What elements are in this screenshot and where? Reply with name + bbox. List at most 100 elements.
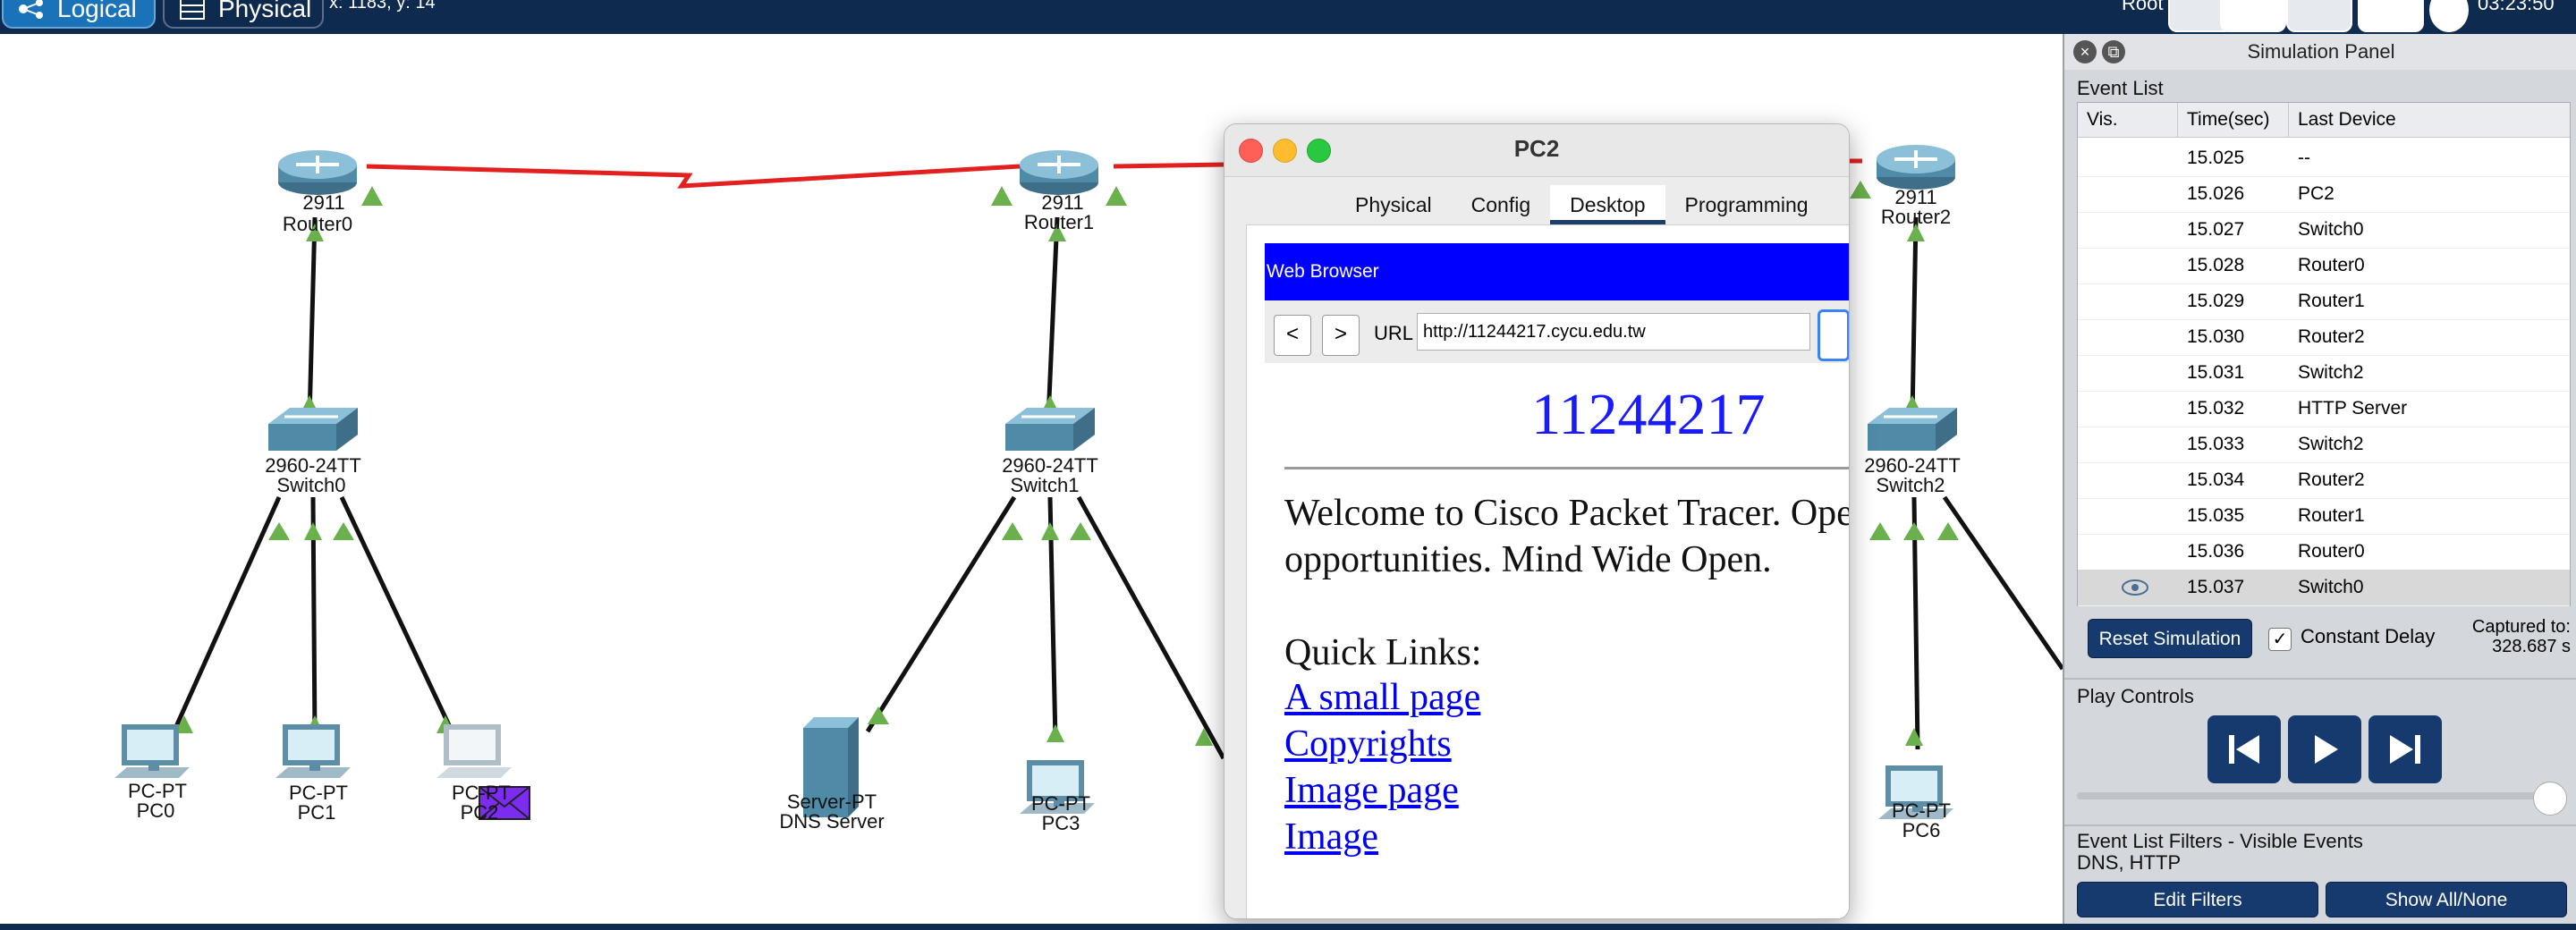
link-image-page[interactable]: Image page [1284, 769, 1459, 812]
panel-title: Simulation Panel [2064, 34, 2576, 70]
switch-name: Switch2 [1876, 474, 1945, 496]
root-label: Root [2122, 0, 2164, 14]
event-time: 15.032 [2187, 398, 2245, 418]
window-titlebar[interactable]: PC2 [1224, 124, 1849, 177]
link-image[interactable]: Image [1284, 816, 1378, 858]
globe-icon[interactable] [2429, 0, 2469, 32]
filters-label: Event List Filters - Visible Events [2077, 830, 2363, 852]
url-input[interactable] [1417, 313, 1810, 351]
play-button[interactable] [2288, 715, 2361, 783]
event-time: 15.031 [2187, 362, 2245, 383]
tab-physical[interactable]: Physical [1335, 185, 1452, 224]
table-row[interactable]: 15.025 -- [2078, 140, 2570, 177]
router-name: Router1 [1024, 211, 1094, 233]
pc-icon[interactable] [436, 724, 512, 778]
table-row[interactable]: 15.033 Switch2 [2078, 427, 2570, 463]
back-button[interactable]: < [1274, 315, 1311, 356]
link-small-page[interactable]: A small page [1284, 676, 1480, 719]
table-row[interactable]: 15.028 Router0 [2078, 248, 2570, 284]
column-time[interactable]: Time(sec) [2178, 103, 2289, 137]
event-device: Switch0 [2298, 577, 2364, 597]
divider [2064, 824, 2576, 826]
event-time: 15.034 [2187, 469, 2245, 490]
pc-icon[interactable] [114, 724, 190, 778]
step-forward-button[interactable] [2368, 715, 2442, 783]
switch-icon[interactable] [1868, 408, 1957, 451]
switch-name: Switch1 [1010, 474, 1079, 496]
table-row[interactable]: 15.026 PC2 [2078, 176, 2570, 213]
host-name: PC6 [1902, 819, 1941, 841]
event-device: -- [2298, 148, 2310, 168]
table-row[interactable]: 15.037 Switch0 [2078, 570, 2570, 606]
reset-simulation-button[interactable]: Reset Simulation [2088, 619, 2252, 658]
close-icon[interactable]: × [2073, 40, 2097, 63]
link-copyrights[interactable]: Copyrights [1284, 723, 1452, 765]
tab-config[interactable]: Config [1452, 185, 1550, 224]
constant-delay-checkbox[interactable]: ✓ [2268, 628, 2292, 651]
clock: 03:23:50 [2478, 0, 2555, 14]
play-speed-slider-track[interactable] [2077, 792, 2560, 799]
switch-icon[interactable] [268, 408, 358, 451]
captured-label: Captured to: [2471, 617, 2571, 637]
column-last-device[interactable]: Last Device [2289, 103, 2570, 137]
serial-link-r0-r1 [366, 164, 1021, 189]
play-speed-slider-knob[interactable] [2533, 782, 2567, 816]
link-s0-pc2 [339, 495, 459, 742]
tab-programming[interactable]: Programming [1665, 185, 1828, 224]
router-icon[interactable] [1020, 150, 1098, 195]
new-cluster-icon[interactable] [2220, 0, 2286, 32]
event-device: Router2 [2298, 326, 2365, 347]
logical-view-button[interactable]: Logical [2, 0, 156, 29]
pc2-window[interactable]: PC2 Physical Config Desktop Programming … [1224, 123, 1850, 919]
restore-icon[interactable]: ⧉ [2102, 40, 2125, 63]
welcome-text: Welcome to Cisco Packet Tracer. Opening … [1284, 493, 1850, 580]
forward-button[interactable]: > [1322, 315, 1360, 356]
physical-view-button[interactable]: Physical [163, 0, 324, 29]
rack-icon [180, 0, 205, 20]
link-s0-pc0 [167, 495, 282, 742]
event-time: 15.028 [2187, 255, 2245, 275]
background-image-icon[interactable] [2358, 0, 2424, 32]
event-time: 15.037 [2187, 577, 2245, 597]
table-row[interactable]: 15.035 Router1 [2078, 498, 2570, 535]
event-device: Switch2 [2298, 434, 2364, 454]
bottom-bar [0, 924, 2576, 930]
table-row[interactable]: 15.029 Router1 [2078, 283, 2570, 320]
skip-back-icon [2229, 735, 2259, 764]
move-object-icon[interactable] [2286, 0, 2352, 32]
table-header: Vis. Time(sec) Last Device [2078, 103, 2570, 138]
filters-value: DNS, HTTP [2077, 851, 2182, 874]
event-time: 15.026 [2187, 183, 2245, 204]
url-label: URL [1374, 322, 1414, 344]
event-device: HTTP Server [2298, 398, 2408, 418]
go-button[interactable] [1818, 309, 1849, 361]
switch-icon[interactable] [1005, 408, 1095, 451]
serial-link-r1-r2 [1113, 162, 1226, 169]
event-time: 15.025 [2187, 148, 2245, 168]
constant-delay-label: Constant Delay [2301, 625, 2436, 647]
column-vis[interactable]: Vis. [2078, 103, 2178, 137]
table-row[interactable]: 15.031 Switch2 [2078, 355, 2570, 392]
edit-filters-button[interactable]: Edit Filters [2077, 882, 2318, 917]
table-row[interactable]: 15.027 Switch0 [2078, 212, 2570, 249]
desktop-panel: Web Browser < > URL 11244217 Welcome to … [1246, 224, 1850, 918]
router-icon[interactable] [278, 150, 357, 195]
router-name: Router2 [1881, 206, 1951, 228]
play-controls-label: Play Controls [2077, 685, 2194, 707]
router-model: 2911 [302, 191, 344, 214]
event-device: Router1 [2298, 505, 2365, 526]
event-device: Router0 [2298, 255, 2365, 275]
router-icon[interactable] [1877, 145, 1955, 190]
step-back-button[interactable] [2207, 715, 2281, 783]
show-all-none-button[interactable]: Show All/None [2326, 882, 2567, 917]
tab-desktop[interactable]: Desktop [1550, 185, 1665, 224]
link-r0-s0 [307, 216, 318, 419]
link-s2-right [1942, 495, 2063, 671]
table-row[interactable]: 15.030 Router2 [2078, 319, 2570, 356]
event-list-table[interactable]: Vis. Time(sec) Last Device 15.025 -- 15.0… [2077, 102, 2571, 606]
pc-icon[interactable] [275, 724, 351, 778]
table-row[interactable]: 15.032 HTTP Server [2078, 391, 2570, 427]
table-row[interactable]: 15.036 Router0 [2078, 534, 2570, 571]
logical-label: Logical [57, 0, 137, 22]
table-row[interactable]: 15.034 Router2 [2078, 462, 2570, 499]
